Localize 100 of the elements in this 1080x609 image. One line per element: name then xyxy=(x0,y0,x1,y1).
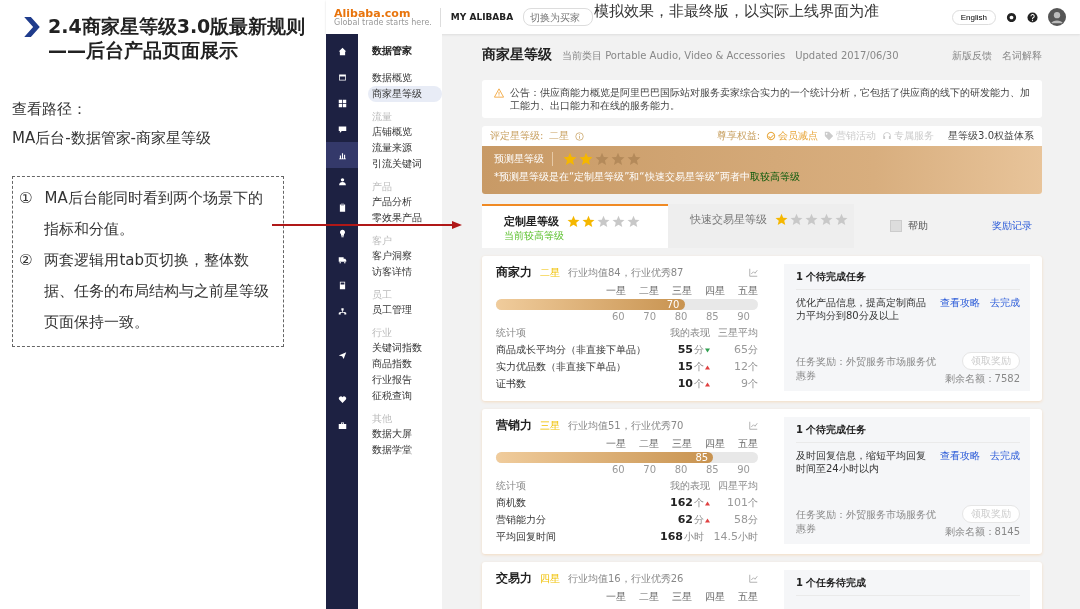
unit-label: 个 xyxy=(694,377,704,391)
benefit-label: 会员减点 xyxy=(778,129,819,143)
sidebar-item[interactable]: 数据学堂 xyxy=(368,442,442,458)
trend-up-icon xyxy=(705,518,710,523)
sidebar-item[interactable]: 数据概览 xyxy=(368,70,442,86)
sidebar-item[interactable]: 流量来源 xyxy=(368,140,442,156)
scale-label: 一星 xyxy=(606,590,626,604)
rating-label: 评定星等级: xyxy=(490,129,544,143)
prediction-label: 预测星等级 xyxy=(494,152,553,166)
note-number: ① xyxy=(19,188,33,209)
my-value: 162 xyxy=(670,496,693,509)
chart-icon xyxy=(337,150,347,160)
logo-tagline: Global trade starts here. xyxy=(334,18,432,27)
average-value: 12 xyxy=(734,360,748,373)
benefits-system-link[interactable]: 星等级3.0权益体系 xyxy=(948,129,1034,143)
tick-label: 70 xyxy=(643,311,657,322)
star-icon xyxy=(790,213,803,226)
tick-label: 60 xyxy=(612,311,625,322)
sidebar-heading: 流量 xyxy=(372,110,393,124)
section-title: 营销力 xyxy=(496,417,532,434)
task-text: 优化产品信息，提高定制商品力平均分到80分及以上 xyxy=(796,296,927,322)
category-text: 当前类目 Portable Audio, Video & Accessories xyxy=(562,49,786,63)
unit-label: 分 xyxy=(694,513,704,527)
slide-title: ——后台产品页面展示 xyxy=(48,38,239,62)
note-text: MA后台能同时看到两个场景下的指标和分值。 xyxy=(44,188,264,240)
sidebar-item[interactable]: 员工管理 xyxy=(368,302,442,318)
column-header: 三星平均 xyxy=(717,326,758,340)
metric-name: 商机数 xyxy=(496,496,527,510)
scale-label: 四星 xyxy=(705,590,725,604)
section-level: 三星 xyxy=(540,418,560,433)
help-icon[interactable] xyxy=(1027,11,1038,23)
avatar[interactable] xyxy=(1048,8,1066,26)
tick-label: 90 xyxy=(737,464,750,475)
scale-label: 一星 xyxy=(606,284,626,298)
trend-up-icon xyxy=(705,382,710,387)
overlay-note: 模拟效果，非最终版，以实际上线界面为准 xyxy=(594,2,879,21)
sidebar-item[interactable]: 征税查询 xyxy=(368,388,442,404)
unit-label: 分 xyxy=(748,513,758,527)
scale-label: 三星 xyxy=(672,437,692,451)
my-value: 10 xyxy=(677,377,693,390)
task-link[interactable]: 去完成 xyxy=(990,449,1020,463)
language-select[interactable]: English xyxy=(951,9,996,25)
level-tab[interactable]: 定制星等级 当前较高等级 xyxy=(482,204,668,248)
level-tab[interactable]: 快速交易星等级 xyxy=(668,204,854,248)
scale-label: 四星 xyxy=(705,437,725,451)
remaining-text: 剩余名额：7582 xyxy=(944,372,1020,386)
unit-label: 个 xyxy=(694,360,704,374)
task-count: 1 个任务待完成 xyxy=(796,576,1020,596)
scale-label: 四星 xyxy=(705,284,725,298)
metric-name: 商品成长平均分（非直接下单品） xyxy=(496,343,647,357)
unit-label: 个 xyxy=(694,496,704,510)
help-checkbox[interactable] xyxy=(890,220,902,232)
column-header: 统计项 xyxy=(496,326,527,340)
heart-icon xyxy=(337,394,347,404)
sidebar-title: 数据管家 xyxy=(372,44,413,58)
star-icon xyxy=(595,152,609,166)
sidebar-item[interactable]: 访客详情 xyxy=(368,264,442,280)
rating-value: 二星 xyxy=(549,129,570,143)
scale-label: 二星 xyxy=(639,590,659,604)
sidebar-heading: 行业 xyxy=(372,326,393,340)
remaining-text: 剩余名额：8145 xyxy=(944,525,1020,539)
scale-label: 二星 xyxy=(639,284,659,298)
sidebar-item[interactable]: 行业报告 xyxy=(368,372,442,388)
sidebar-item[interactable]: 关键词指数 xyxy=(368,340,442,356)
industry-text: 行业均值16，行业优秀26 xyxy=(568,571,684,586)
section-title: 交易力 xyxy=(496,570,532,587)
star-icon xyxy=(835,213,848,226)
tick-label: 90 xyxy=(737,311,750,322)
sidebar-item[interactable]: 客户洞察 xyxy=(368,248,442,264)
rewards-link[interactable]: 奖励记录 xyxy=(992,219,1032,233)
notification-icon[interactable] xyxy=(1006,11,1017,23)
task-link[interactable]: 查看攻略 xyxy=(940,449,980,463)
star-icon xyxy=(627,152,641,166)
task-count: 1 个待完成任务 xyxy=(796,270,1020,290)
check-icon xyxy=(766,131,777,141)
sidebar-item[interactable]: 数据大屏 xyxy=(368,426,442,442)
star-icon xyxy=(611,152,625,166)
tab-label: 快速交易星等级 xyxy=(690,212,767,227)
score-value: 85 xyxy=(695,452,709,463)
grid-icon xyxy=(337,98,347,108)
average-value: 65 xyxy=(734,343,748,356)
brand-link[interactable]: MY ALIBABA xyxy=(450,12,514,22)
sidebar-item[interactable]: 产品分析 xyxy=(368,194,442,210)
sidebar-item[interactable]: 店铺概览 xyxy=(368,124,442,140)
sidebar-item[interactable]: 零效果产品 xyxy=(368,210,442,226)
search-field[interactable]: 切换为买家 xyxy=(523,8,594,26)
send-icon xyxy=(337,350,347,360)
help-label: 帮助 xyxy=(908,219,928,233)
scale-label: 五星 xyxy=(738,284,758,298)
trend-down-icon xyxy=(705,348,710,353)
scale-label: 三星 xyxy=(672,590,692,604)
task-link[interactable]: 去完成 xyxy=(990,296,1020,310)
note-number: ② xyxy=(19,250,33,271)
sidebar-item[interactable]: 引流关键词 xyxy=(368,156,442,172)
sidebar-item[interactable]: 商家星等级 xyxy=(368,86,442,102)
average-value: 14.5 xyxy=(713,530,738,543)
tag-icon xyxy=(824,131,835,141)
sidebar-item[interactable]: 商品指数 xyxy=(368,356,442,372)
task-link[interactable]: 查看攻略 xyxy=(940,296,980,310)
page-title: 商家星等级 xyxy=(482,46,552,64)
